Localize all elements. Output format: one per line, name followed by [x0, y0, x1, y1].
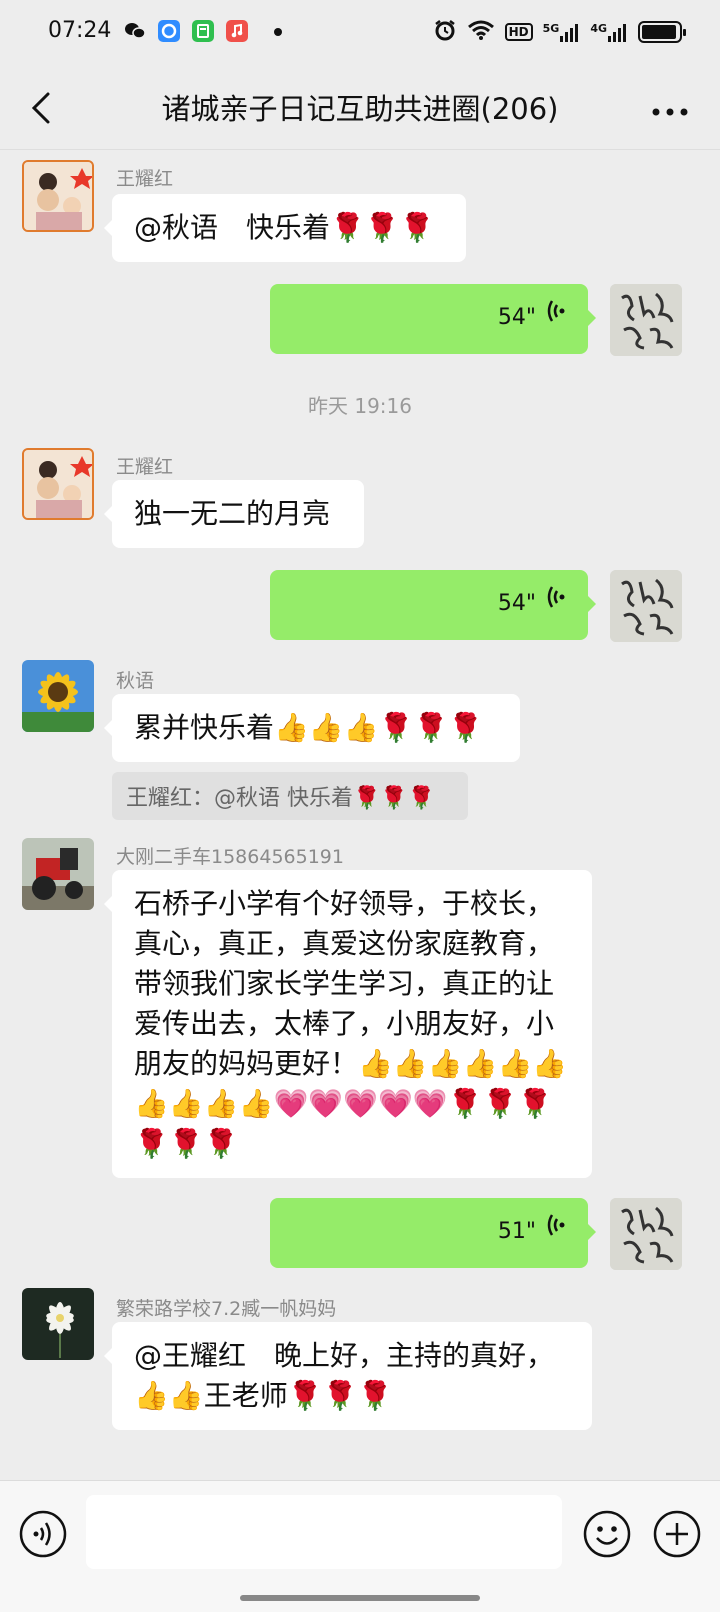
message-text: @王耀红 晚上好，主持的真好，👍👍王老师🌹🌹🌹 [134, 1339, 555, 1412]
status-bar: 07:24 HD 5G 4G [0, 0, 720, 64]
sender-name: 繁荣路学校7.2臧一帆妈妈 [116, 1298, 337, 1320]
quote-text: 王耀红：@秋语 快乐着🌹🌹🌹 [126, 786, 436, 811]
message-bubble[interactable]: @王耀红 晚上好，主持的真好，👍👍王老师🌹🌹🌹 [104, 1322, 592, 1430]
calculator-icon [192, 20, 214, 42]
message-bubble[interactable]: 石桥子小学有个好领导，于校长，真心，真正，真爱这份家庭教育，带领我们家长学生学习… [104, 870, 592, 1178]
message-text: 石桥子小学有个好领导，于校长，真心，真正，真爱这份家庭教育，带领我们家长学生学习… [134, 887, 568, 1160]
voice-duration: 54" [497, 305, 536, 330]
timestamp: 昨天 19:16 [308, 394, 412, 418]
voice-message-bubble[interactable]: 54" [270, 570, 596, 640]
sender-name: 秋语 [116, 670, 155, 692]
message-bubble[interactable]: 累并快乐着👍👍👍🌹🌹🌹 [104, 694, 520, 762]
message-text: 累并快乐着👍👍👍🌹🌹🌹 [134, 711, 484, 744]
avatar-wang-yaohong[interactable] [22, 160, 94, 232]
avatar-self[interactable] [610, 284, 682, 356]
avatar-self[interactable] [610, 570, 682, 642]
sender-name: 大刚二手车15864565191 [116, 846, 344, 868]
avatar-qiuyu[interactable] [22, 660, 94, 732]
message-list[interactable]: 王耀红 @秋语 快乐着🌹🌹🌹 54" 昨天 19:16 王耀红 独一无二的月亮 … [0, 150, 720, 1480]
notification-dot [274, 28, 282, 36]
voice-wave-icon [544, 298, 566, 338]
voice-wave-icon [544, 584, 566, 624]
voice-message-bubble[interactable]: 51" [270, 1198, 596, 1268]
browser-icon [158, 20, 180, 42]
wifi-icon [467, 19, 495, 45]
voice-duration: 54" [497, 591, 536, 616]
signal-5g-icon: 5G [543, 22, 581, 42]
message-bubble[interactable]: 独一无二的月亮 [104, 480, 364, 548]
message-input[interactable] [86, 1495, 562, 1569]
avatar-wang-yaohong[interactable] [22, 448, 94, 520]
emoji-icon[interactable] [582, 1509, 632, 1559]
voice-duration: 51" [497, 1219, 536, 1244]
quoted-message[interactable]: 王耀红：@秋语 快乐着🌹🌹🌹 [112, 772, 468, 820]
avatar-fanronglu[interactable] [22, 1288, 94, 1360]
status-time: 07:24 [48, 18, 112, 43]
chat-title: 诸城亲子日记互助共进圈(206) [161, 92, 559, 126]
message-text: @秋语 快乐着🌹🌹🌹 [134, 211, 435, 244]
chat-header: 诸城亲子日记互助共进圈(206) [0, 64, 720, 150]
chevron-left-icon[interactable] [24, 88, 64, 128]
more-horizontal-icon[interactable] [650, 102, 690, 116]
avatar-self[interactable] [610, 1198, 682, 1270]
voice-wave-icon [544, 1212, 566, 1252]
battery-icon [638, 21, 686, 43]
voice-icon[interactable] [18, 1509, 68, 1559]
input-bar [0, 1480, 720, 1612]
avatar-dagang[interactable] [22, 838, 94, 910]
signal-4g-icon: 4G [590, 22, 628, 42]
message-text: 独一无二的月亮 [134, 497, 331, 530]
plus-icon[interactable] [652, 1509, 702, 1559]
voice-message-bubble[interactable]: 54" [270, 284, 596, 354]
sender-name: 王耀红 [116, 456, 174, 478]
music-icon [226, 20, 248, 42]
hd-badge: HD [504, 23, 533, 41]
home-indicator[interactable] [240, 1595, 480, 1601]
message-bubble[interactable]: @秋语 快乐着🌹🌹🌹 [104, 194, 466, 262]
sender-name: 王耀红 [116, 168, 174, 190]
alarm-icon [433, 18, 457, 46]
wechat-icon [124, 20, 146, 42]
